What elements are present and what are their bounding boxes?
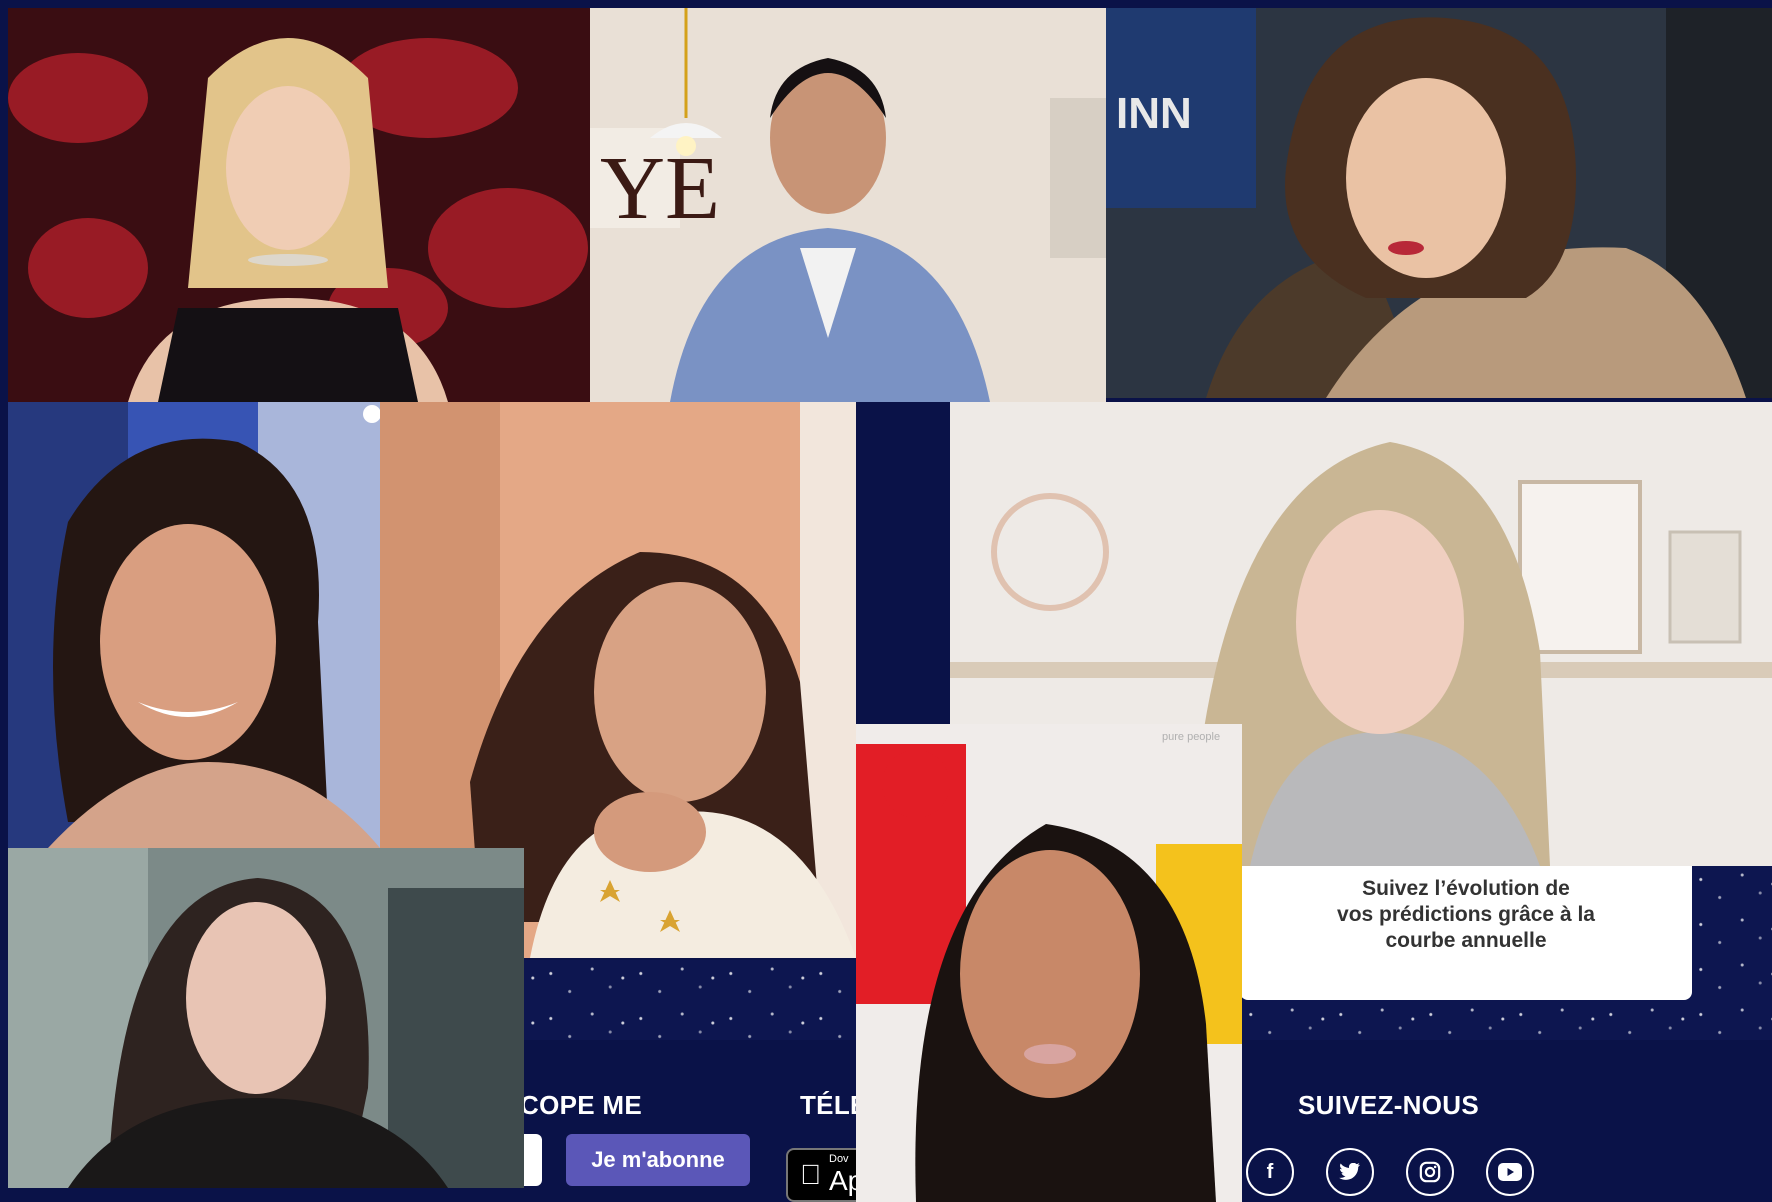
promo-card: Suivez l’évolution de vos prédictions gr…: [1240, 866, 1692, 1000]
follow-heading: SUIVEZ-NOUS: [1298, 1090, 1479, 1120]
top-strip: [0, 0, 1772, 8]
promo-text: Suivez l’évolution de vos prédictions gr…: [1337, 877, 1595, 952]
svg-text:YE: YE: [600, 139, 720, 238]
photo-bottom-left: [8, 848, 524, 1188]
photo-top-right: INN: [1106, 8, 1772, 398]
newsletter-heading: COPE ME: [520, 1090, 643, 1120]
apple-icon: : [800, 1159, 821, 1191]
svg-text:INN: INN: [1116, 89, 1192, 138]
instagram-icon[interactable]: [1406, 1148, 1454, 1196]
photo-middle-left: [8, 402, 380, 848]
twitter-icon[interactable]: [1326, 1148, 1374, 1196]
photo-top-left: [8, 8, 590, 402]
youtube-icon[interactable]: [1486, 1148, 1534, 1196]
facebook-icon[interactable]: f: [1246, 1148, 1294, 1196]
subscribe-button[interactable]: Je m'abonne: [566, 1134, 750, 1186]
photo-bottom-center: pure people: [856, 724, 1242, 1202]
photo-top-center: YE: [590, 8, 1106, 402]
photo-watermark: pure people: [1162, 731, 1220, 743]
